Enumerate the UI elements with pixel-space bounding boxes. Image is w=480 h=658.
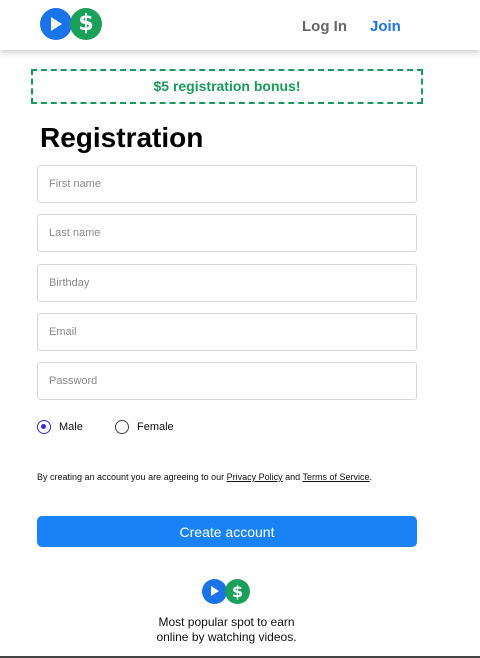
terms-prefix: By creating an account you are agreeing … [37,472,227,482]
dollar-icon: $ [70,8,102,40]
terms-and: and [282,472,303,482]
gender-male-label: Male [59,421,83,433]
login-link[interactable]: Log In [302,18,347,35]
last-name-field[interactable] [37,214,417,252]
play-icon [40,8,72,40]
email-field[interactable] [37,313,417,351]
site-logo[interactable]: $ [40,8,102,40]
first-name-field[interactable] [37,165,417,203]
join-link[interactable]: Join [370,18,401,35]
dollar-icon: $ [225,579,250,604]
play-icon [202,579,227,604]
terms-of-service-link[interactable]: Terms of Service [303,472,370,482]
tagline-line-2: online by watching videos. [156,630,297,644]
privacy-policy-link[interactable]: Privacy Policy [227,472,283,482]
footer-logo: $ [202,579,252,604]
radio-unchecked-icon[interactable] [115,420,129,434]
gender-female-label: Female [137,421,174,433]
tagline-line-1: Most popular spot to earn [158,615,295,629]
registration-bonus-banner: $5 registration bonus! [31,69,423,104]
radio-checked-icon[interactable] [37,420,51,434]
password-field[interactable] [37,362,417,400]
page-title: Registration [40,122,204,153]
footer-tagline: Most popular spot to earn online by watc… [0,615,453,645]
terms-suffix: . [369,472,373,482]
terms-notice: By creating an account you are agreeing … [37,472,437,482]
top-header: $ Log In Join [0,0,480,50]
create-account-button[interactable]: Create account [37,516,417,547]
birthday-field[interactable] [37,264,417,302]
